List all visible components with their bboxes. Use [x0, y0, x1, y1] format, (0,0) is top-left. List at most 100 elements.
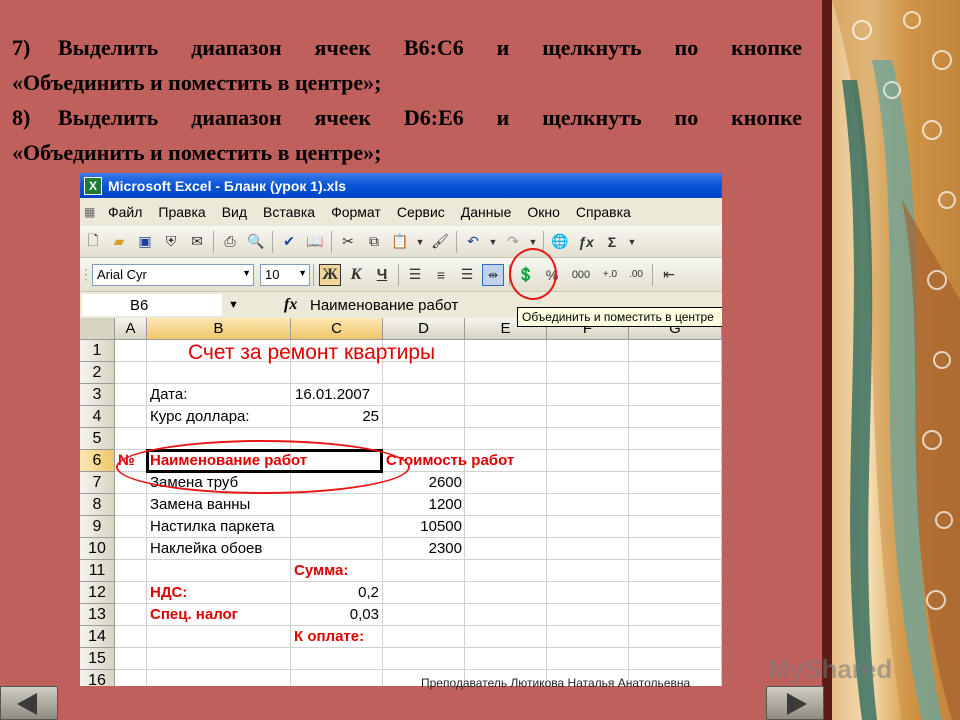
grid-cell[interactable] — [115, 362, 147, 384]
grid-cell[interactable] — [147, 626, 291, 648]
cell-c12[interactable]: 0,2 — [291, 582, 379, 604]
window-titlebar[interactable]: X Microsoft Excel - Бланк (урок 1).xls — [80, 173, 722, 198]
next-slide-button[interactable] — [766, 686, 824, 720]
hyperlink-icon[interactable]: 🌐 — [549, 231, 571, 253]
grid-cell[interactable] — [465, 340, 547, 362]
row-header[interactable]: 8 — [80, 494, 115, 516]
grid-cell[interactable] — [383, 604, 465, 626]
grid-cell[interactable] — [547, 560, 629, 582]
row-header[interactable]: 16 — [80, 670, 115, 686]
menu-data[interactable]: Данные — [453, 204, 520, 220]
copy-icon[interactable]: ⧉ — [363, 231, 385, 253]
row-header[interactable]: 4 — [80, 406, 115, 428]
grid-cell[interactable] — [383, 648, 465, 670]
grid-cell[interactable] — [115, 406, 147, 428]
cell-d8[interactable]: 1200 — [383, 494, 462, 516]
thousands-separator-button[interactable]: 000 — [567, 264, 595, 286]
grid-cell[interactable] — [115, 648, 147, 670]
cell-b4[interactable]: Курс доллара: — [150, 406, 250, 428]
grid-cell[interactable] — [115, 538, 147, 560]
grid-cell[interactable] — [115, 428, 147, 450]
grid-cell[interactable] — [115, 516, 147, 538]
row-header[interactable]: 1 — [80, 340, 115, 362]
column-header-d[interactable]: D — [383, 318, 465, 340]
grid-cell[interactable] — [383, 384, 465, 406]
formula-input[interactable]: Наименование работ — [310, 297, 458, 314]
cell-b12[interactable]: НДС: — [150, 582, 187, 604]
chevron-down-icon[interactable]: ▼ — [298, 268, 307, 278]
decrease-indent-icon[interactable]: ⇤ — [658, 264, 680, 286]
workbook-icon[interactable]: ▦ — [84, 202, 100, 222]
grid-cell[interactable] — [629, 428, 722, 450]
grid-cell[interactable] — [115, 560, 147, 582]
print-icon[interactable]: ⎙ — [219, 231, 241, 253]
align-right-icon[interactable]: ☰ — [456, 264, 478, 286]
previous-slide-button[interactable] — [0, 686, 58, 720]
bold-button[interactable]: Ж — [319, 263, 341, 286]
grid-cell[interactable] — [465, 582, 547, 604]
grid-cell[interactable] — [629, 450, 722, 472]
row-header[interactable]: 5 — [80, 428, 115, 450]
grid-cell[interactable] — [547, 604, 629, 626]
cell-b10[interactable]: Наклейка обоев — [150, 538, 262, 560]
grid-cell[interactable] — [629, 538, 722, 560]
grid-cell[interactable] — [465, 428, 547, 450]
grid-cell[interactable] — [547, 340, 629, 362]
grid-cell[interactable] — [629, 516, 722, 538]
format-painter-icon[interactable]: 🖌 — [429, 231, 451, 253]
grid-cell[interactable] — [115, 670, 147, 686]
italic-button[interactable]: К — [345, 264, 367, 286]
grid-cell[interactable] — [547, 428, 629, 450]
grid-cell[interactable] — [547, 516, 629, 538]
column-header-a[interactable]: A — [115, 318, 147, 340]
menu-tools[interactable]: Сервис — [389, 204, 453, 220]
autosum-icon[interactable]: Σ — [601, 231, 623, 253]
underline-button[interactable]: Ч — [371, 264, 393, 286]
row-header[interactable]: 12 — [80, 582, 115, 604]
grid-cell[interactable] — [629, 582, 722, 604]
sheet-title[interactable]: Счет за ремонт квартиры — [188, 340, 435, 366]
grid-cell[interactable] — [291, 670, 383, 686]
cell-b9[interactable]: Настилка паркета — [150, 516, 275, 538]
menu-file[interactable]: Файл — [100, 204, 150, 220]
grid-cell[interactable] — [383, 560, 465, 582]
new-icon[interactable]: 🗋 — [82, 231, 104, 253]
chevron-down-icon[interactable]: ▼ — [488, 231, 498, 253]
grid-cell[interactable] — [629, 384, 722, 406]
grid-cell[interactable] — [465, 384, 547, 406]
menu-view[interactable]: Вид — [214, 204, 255, 220]
grid-cell[interactable] — [629, 560, 722, 582]
grid-cell[interactable] — [465, 604, 547, 626]
grid-cell[interactable] — [547, 626, 629, 648]
undo-icon[interactable]: ↶ — [462, 231, 484, 253]
grid-cell[interactable] — [115, 494, 147, 516]
print-preview-icon[interactable]: 🔍 — [245, 231, 267, 253]
grid-cell[interactable] — [629, 362, 722, 384]
cut-icon[interactable]: ✂ — [337, 231, 359, 253]
grid-cell[interactable] — [629, 406, 722, 428]
grid-cell[interactable] — [547, 362, 629, 384]
column-header-c[interactable]: C — [291, 318, 383, 340]
grid-cell[interactable] — [465, 472, 547, 494]
row-header[interactable]: 9 — [80, 516, 115, 538]
grid-cell[interactable] — [115, 384, 147, 406]
grid-cell[interactable] — [465, 538, 547, 560]
row-header[interactable]: 13 — [80, 604, 115, 626]
save-icon[interactable]: ▣ — [134, 231, 156, 253]
spelling-icon[interactable]: ✔ — [278, 231, 300, 253]
function-icon[interactable]: ƒx — [575, 231, 597, 253]
grid-cell[interactable] — [291, 494, 383, 516]
paste-icon[interactable]: 📋 — [389, 231, 411, 253]
row-header[interactable]: 14 — [80, 626, 115, 648]
increase-decimal-icon[interactable]: +.0 — [599, 264, 621, 286]
select-all-corner[interactable] — [80, 318, 115, 340]
cell-b3[interactable]: Дата: — [150, 384, 187, 406]
font-name-select[interactable]: Arial Cyr ▼ — [92, 263, 254, 286]
grid-cell[interactable] — [629, 648, 722, 670]
menu-window[interactable]: Окно — [519, 204, 568, 220]
grid-cell[interactable] — [465, 362, 547, 384]
grid-cell[interactable] — [465, 406, 547, 428]
grid-cell[interactable] — [147, 560, 291, 582]
grid-cell[interactable] — [115, 604, 147, 626]
chevron-down-icon[interactable]: ▼ — [627, 231, 637, 253]
